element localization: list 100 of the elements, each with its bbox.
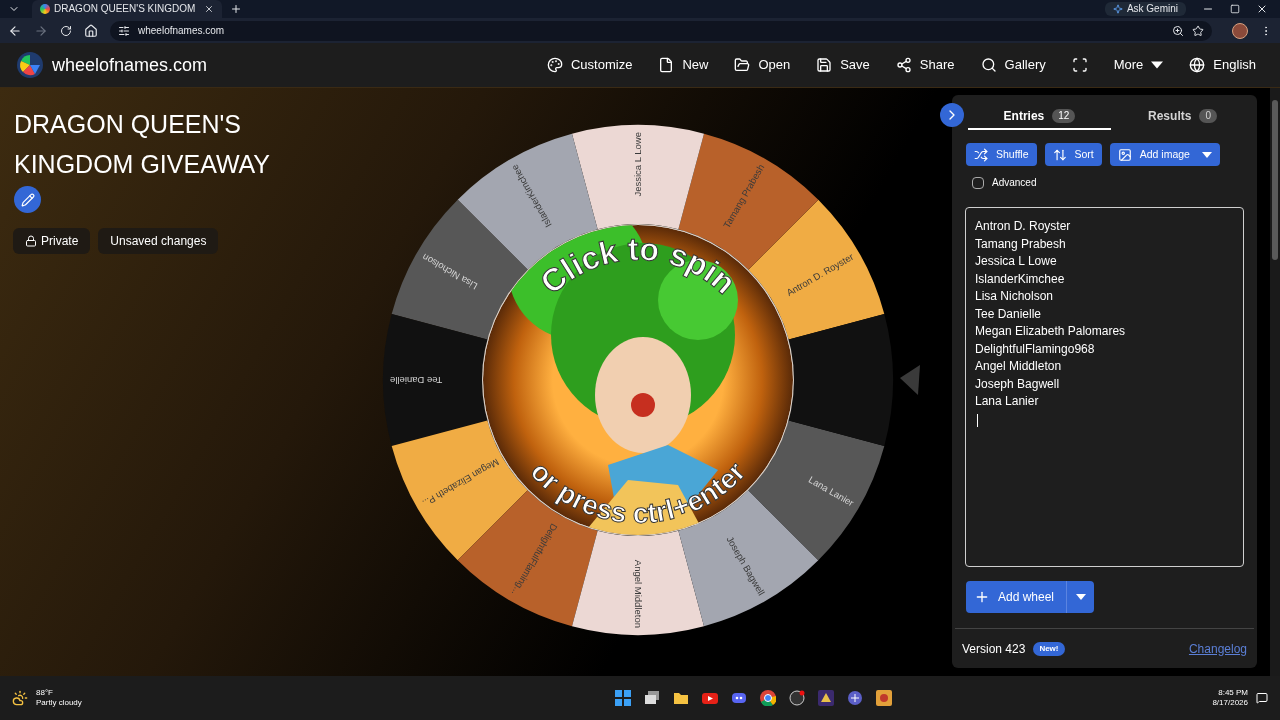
wheel-slice[interactable]: [748, 420, 885, 561]
entry-text: Joseph Bagwell: [975, 375, 1061, 393]
address-bar[interactable]: wheelofnames.com: [110, 20, 1212, 41]
tab-favicon-icon: [40, 4, 50, 14]
temperature-text: 88°F: [36, 688, 54, 698]
image-icon: [1117, 147, 1132, 162]
browser-tab[interactable]: DRAGON QUEEN'S KINGDOM: [32, 0, 222, 18]
changelog-link[interactable]: Changelog: [1188, 639, 1247, 658]
plus-icon: [974, 589, 990, 605]
edit-button[interactable]: [14, 186, 41, 213]
notification-icon[interactable]: [1256, 692, 1268, 704]
assistant-button[interactable]: Ask Gemini: [1104, 2, 1186, 16]
globe-icon: [1189, 57, 1206, 73]
start-icon[interactable]: [614, 690, 631, 706]
app-icon[interactable]: [817, 690, 834, 706]
sort-icon: [1052, 147, 1067, 162]
profile-avatar[interactable]: [1232, 22, 1248, 39]
menu-item[interactable]: More: [1113, 55, 1164, 75]
panel-tab[interactable]: Entries 12: [968, 103, 1111, 130]
entry-text: Jessica L Lowe: [975, 253, 1058, 270]
close-icon[interactable]: [1256, 3, 1268, 15]
add-wheel-button[interactable]: Add wheel: [966, 581, 1067, 613]
wheel-title: DRAGON QUEEN'S KINGDOM GIVEAWAY: [14, 109, 272, 180]
checkbox-label: Advanced: [992, 176, 1037, 190]
weather-text: Partly cloudy: [36, 698, 82, 708]
menu-item[interactable]: Customize: [546, 55, 633, 75]
status-chip: Unsaved changes: [98, 228, 219, 254]
count-badge: 12: [1052, 108, 1076, 123]
forward-icon[interactable]: [34, 23, 48, 38]
sparkle-icon: [1112, 4, 1123, 14]
caret-icon: [1075, 592, 1086, 602]
logo-icon: [16, 51, 44, 79]
share-icon: [895, 57, 912, 73]
app-icon[interactable]: [846, 690, 863, 706]
menu-item[interactable]: Share: [895, 55, 955, 75]
recorder-icon[interactable]: [788, 690, 805, 706]
caret-icon: [1201, 149, 1212, 160]
slice-label: Jessica L Lowe: [632, 132, 643, 197]
wheel-pointer: [900, 365, 920, 395]
browser-icon[interactable]: [759, 690, 776, 706]
pencil-icon: [20, 192, 35, 207]
menu-item[interactable]: Open: [734, 55, 791, 75]
zoom-icon[interactable]: [1172, 24, 1184, 37]
lock-icon: [25, 235, 37, 247]
url-text: wheelofnames.com: [138, 24, 225, 38]
entry-text: Tamang Prabesh: [975, 235, 1067, 253]
wheel-slice[interactable]: [788, 314, 893, 446]
wheel-slice[interactable]: [383, 314, 488, 446]
menu-item[interactable]: Save: [816, 55, 870, 75]
reload-icon[interactable]: [60, 24, 72, 37]
action-button[interactable]: Sort: [1044, 143, 1102, 166]
action-button[interactable]: Shuffle: [966, 143, 1037, 166]
entry-text: Lisa Nicholson: [975, 288, 1055, 305]
task-view-icon[interactable]: [643, 690, 660, 706]
entry-text: Angel Middleton: [975, 358, 1063, 375]
entries-field[interactable]: Antron D. Royster Tamang Prabesh Jessica L Lowe IslanderKimchee Lisa Nicholson Tee Danielle Megan Elizabeth Palomares DelightfulFlamingo968 Angel Middleton Joseph Bagwell Lana Lanier: [965, 207, 1244, 567]
status-chip: Private: [13, 228, 91, 254]
entry-text: Antron D. Royster: [975, 218, 1072, 235]
entry-text: IslanderKimchee: [975, 270, 1066, 288]
entry-text: DelightfulFlamingo968: [975, 340, 1096, 358]
version-text: Version 423: [962, 640, 1026, 658]
menu-item[interactable]: New: [658, 55, 709, 75]
menu-item[interactable]: Gallery: [980, 55, 1046, 75]
advanced-checkbox[interactable]: [972, 176, 984, 189]
play-icon[interactable]: [701, 690, 718, 706]
dropdown-button[interactable]: [1066, 581, 1095, 613]
fullscreen-icon[interactable]: [1071, 57, 1088, 73]
app-icon[interactable]: [875, 690, 892, 706]
caret-icon: [1151, 59, 1164, 71]
count-badge: 0: [1199, 108, 1217, 123]
palette-icon: [546, 57, 563, 73]
text-caret: [977, 413, 978, 427]
chat-app-icon[interactable]: [730, 690, 747, 706]
menu-item[interactable]: English: [1189, 55, 1256, 75]
search-icon: [980, 57, 997, 73]
action-button[interactable]: Add image: [1109, 143, 1220, 166]
wheel-slice[interactable]: [572, 530, 704, 635]
wheel-slice[interactable]: [572, 125, 704, 230]
save-icon: [816, 57, 833, 73]
site-info-icon[interactable]: [118, 24, 130, 37]
shuffle-icon: [974, 147, 988, 162]
home-icon[interactable]: [84, 23, 98, 38]
bookmark-icon[interactable]: [1192, 24, 1204, 37]
collapse-button[interactable]: [940, 103, 964, 127]
tab-title: DRAGON QUEEN'S KINGDOM: [54, 4, 196, 14]
folder-icon[interactable]: [672, 690, 689, 706]
file-icon: [658, 57, 675, 73]
back-icon[interactable]: [8, 23, 22, 38]
wheel-slice[interactable]: [748, 199, 885, 340]
slice-label: Angel Middleton: [633, 559, 644, 628]
new-tab-icon[interactable]: [230, 3, 242, 15]
clock-time: 8:45 PM: [1218, 688, 1248, 698]
weather-icon[interactable]: [12, 690, 28, 706]
maximize-icon[interactable]: [1230, 4, 1240, 14]
clock-date: 8/17/2026: [1212, 698, 1248, 708]
entry-text: Tee Danielle: [975, 305, 1043, 323]
brand-name[interactable]: wheelofnames.com: [52, 51, 208, 79]
entry-text: Megan Elizabeth Palomares: [975, 323, 1127, 340]
close-tab-icon[interactable]: [204, 4, 214, 14]
panel-tab[interactable]: Results 0: [1111, 103, 1254, 130]
